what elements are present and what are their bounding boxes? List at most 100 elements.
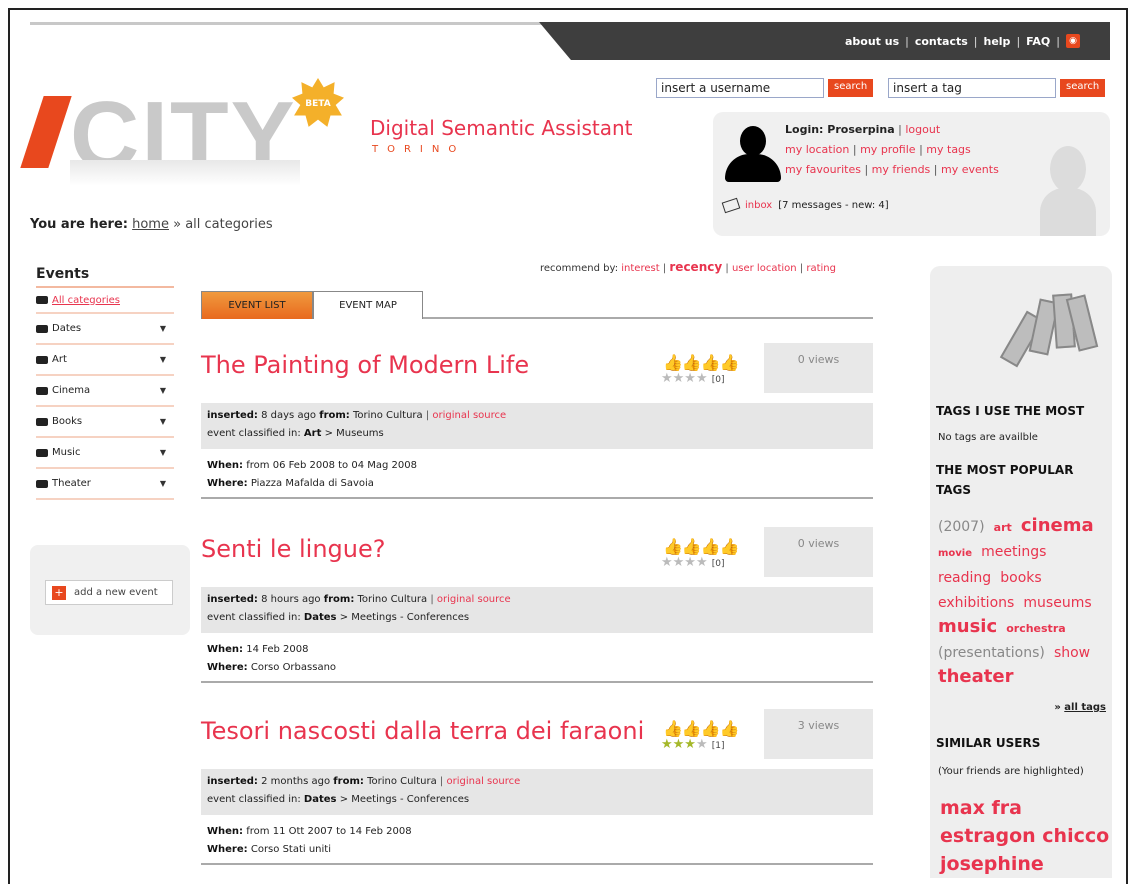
logo[interactable]: CITY BETA [20,78,344,188]
views-count: 3 views [764,709,873,759]
original-source-link[interactable]: original source [437,594,511,605]
username-input[interactable] [656,78,824,98]
event-meta: inserted: 2 months ago from: Torino Cult… [201,769,873,815]
tags-most-title: TAGS I USE THE MOST [936,404,1085,418]
thumbs-rating-icon[interactable]: 👍👍👍👍 [663,353,740,372]
plus-icon: + [52,585,66,600]
sidebar-item-theater[interactable]: Theater ▼ [36,469,174,500]
folder-icon [36,417,48,426]
tag[interactable]: (presentations) [938,645,1045,661]
event-title[interactable]: Senti le lingue? [201,535,385,563]
tag-search-button[interactable]: search [1060,79,1106,97]
tag[interactable]: music [938,616,997,637]
tag[interactable]: meetings [981,544,1046,560]
star-rating[interactable]: ★★★★ [0] [661,555,725,570]
breadcrumb-home[interactable]: home [132,217,169,232]
tag[interactable]: museums [1023,595,1091,611]
stars-icon: ★★★★ [661,371,708,386]
top-line [30,22,590,25]
add-event-button[interactable]: + add a new event [45,580,173,605]
star-rating[interactable]: ★★★★ [1] [661,737,725,752]
chevron-down-icon[interactable]: ▼ [160,355,166,364]
tag[interactable]: movie [938,548,972,559]
my-friends-link[interactable]: my friends [872,163,931,176]
tag[interactable]: exhibitions [938,595,1014,611]
chevron-down-icon[interactable]: ▼ [160,324,166,333]
sidebar-item-art[interactable]: Art ▼ [36,345,174,376]
sidebar-item-books[interactable]: Books ▼ [36,407,174,438]
event-category[interactable]: Dates [304,794,337,805]
folder-icon [36,324,48,333]
my-tags-link[interactable]: my tags [926,143,971,156]
chevron-down-icon[interactable]: ▼ [160,386,166,395]
similar-user[interactable]: estragon [940,825,1036,847]
chevron-down-icon[interactable]: ▼ [160,479,166,488]
sidebar-item-music[interactable]: Music ▼ [36,438,174,469]
thumbs-rating-icon[interactable]: 👍👍👍👍 [663,719,740,738]
breadcrumb: You are here: home » all categories [30,217,273,232]
tag[interactable]: cinema [1021,515,1094,536]
tag-cloud: (2007) art cinema movie meetings reading… [938,514,1108,688]
my-profile-link[interactable]: my profile [860,143,915,156]
event-title[interactable]: The Painting of Modern Life [201,351,529,379]
nav-faq[interactable]: FAQ [1026,35,1050,48]
tag[interactable]: show [1054,645,1090,661]
avatar [725,126,781,182]
tab-event-map[interactable]: EVENT MAP [313,291,423,319]
similar-user[interactable]: max [940,797,985,819]
tag[interactable]: (2007) [938,519,985,535]
add-event-box: + add a new event [30,545,190,635]
folder-icon [36,296,48,304]
chevron-down-icon[interactable]: ▼ [160,417,166,426]
login-name: Login: Proserpina [785,123,895,136]
nav-help[interactable]: help [984,35,1011,48]
tag[interactable]: books [1000,570,1041,586]
login-panel: Login: Proserpina | logout my location |… [713,112,1110,236]
tag[interactable]: theater [938,666,1013,687]
event-title[interactable]: Tesori nascosti dalla terra dei faraoni [201,717,644,745]
folder-icon [36,479,48,488]
recommend-user-location[interactable]: user location [732,263,797,274]
inbox-link[interactable]: inbox [745,200,772,211]
username-search-button[interactable]: search [828,79,874,97]
event-category[interactable]: Art [304,428,321,439]
my-favourites-link[interactable]: my favourites [785,163,861,176]
nav-about[interactable]: about us [845,35,899,48]
recommend-rating[interactable]: rating [806,263,836,274]
view-tabs: EVENT LIST EVENT MAP [201,291,873,319]
logout-link[interactable]: logout [905,123,940,136]
sidebar-title: Events [36,266,174,288]
event-category[interactable]: Dates [304,612,337,623]
stars-icon: ★★★★ [661,555,708,570]
tag[interactable]: art [994,521,1012,534]
tab-event-list[interactable]: EVENT LIST [201,291,313,319]
sidebar-item-all[interactable]: All categories [36,288,174,314]
tag[interactable]: reading [938,570,991,586]
similar-user[interactable]: fra [992,797,1022,819]
ghost-avatar [1040,146,1096,236]
sidebar-item-cinema[interactable]: Cinema ▼ [36,376,174,407]
similar-users-list: max fra estragon chicco josephine [940,794,1110,878]
similar-user[interactable]: josephine [940,853,1044,875]
event-when-where: When: from 06 Feb 2008 to 04 Mag 2008 Wh… [201,453,873,499]
recommend-recency[interactable]: recency [669,260,722,274]
folder-icon [36,386,48,395]
my-location-link[interactable]: my location [785,143,849,156]
inbox-status: [7 messages - new: 4] [778,200,889,211]
rss-icon[interactable]: ◉ [1066,34,1080,48]
nav-contacts[interactable]: contacts [915,35,968,48]
chevron-down-icon[interactable]: ▼ [160,448,166,457]
sidebar-item-dates[interactable]: Dates ▼ [36,314,174,345]
tag-input[interactable] [888,78,1056,98]
all-tags-link[interactable]: » all tags [1054,702,1106,713]
no-tags-text: No tags are availble [938,432,1038,443]
original-source-link[interactable]: original source [446,776,520,787]
original-source-link[interactable]: original source [432,410,506,421]
thumbs-rating-icon[interactable]: 👍👍👍👍 [663,537,740,556]
star-rating[interactable]: ★★★★ [0] [661,371,725,386]
event-when-where: When: from 11 Ott 2007 to 14 Feb 2008 Wh… [201,819,873,865]
my-events-link[interactable]: my events [941,163,999,176]
recommend-interest[interactable]: interest [621,263,659,274]
similar-user[interactable]: chicco [1042,825,1109,847]
tag[interactable]: orchestra [1006,622,1065,635]
